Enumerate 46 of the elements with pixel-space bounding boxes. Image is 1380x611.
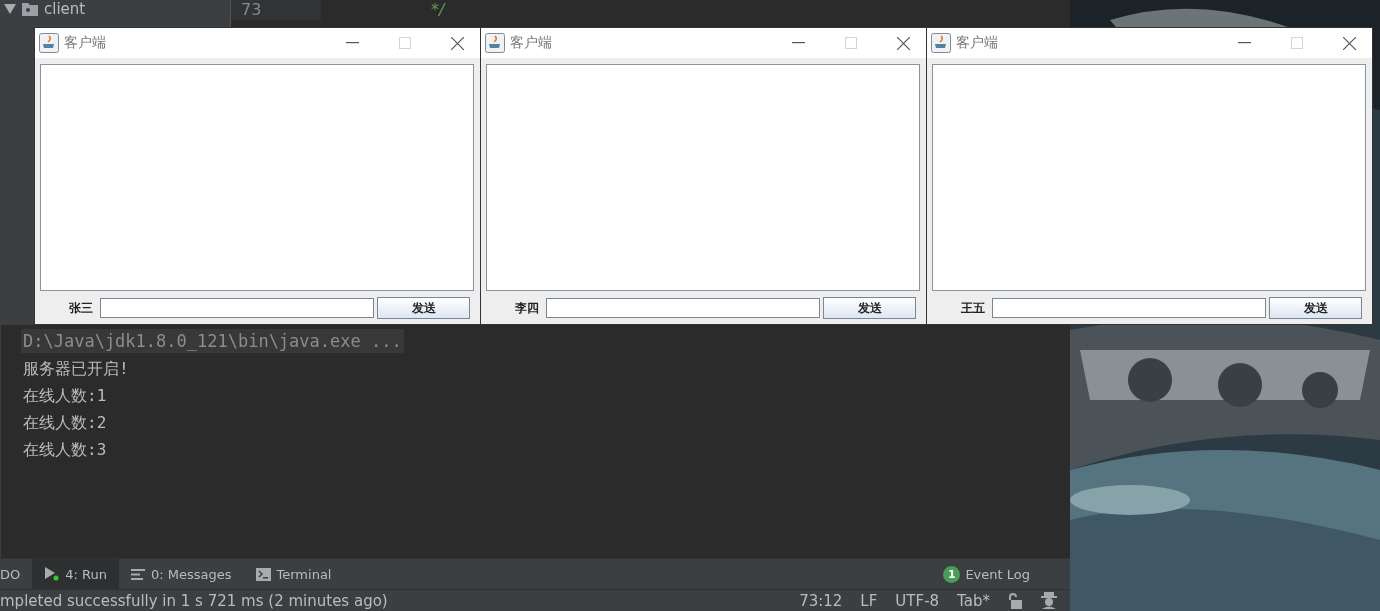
code-comment: */	[430, 0, 445, 20]
close-icon[interactable]	[897, 36, 910, 50]
message-input[interactable]	[546, 298, 820, 318]
line-number: 73	[231, 0, 321, 20]
close-icon[interactable]	[1343, 36, 1356, 50]
caret-position[interactable]: 73:12	[799, 591, 843, 610]
tree-item[interactable]: client	[44, 0, 86, 18]
user-name: 李四	[514, 299, 540, 317]
minimize-icon[interactable]	[346, 42, 359, 44]
run-icon	[44, 567, 60, 581]
notification-badge: 1	[943, 565, 961, 583]
message-input[interactable]	[992, 298, 1266, 318]
tool-tab[interactable]: DO	[0, 559, 33, 589]
minimize-icon[interactable]	[1238, 42, 1251, 44]
tool-tab[interactable]: 4: Run	[32, 559, 119, 589]
status-message: mpleted successfully in 1 s 721 ms (2 minutes ago)	[0, 591, 388, 610]
window-title: 客户端	[510, 34, 552, 52]
java-icon	[931, 33, 951, 53]
expand-arrow-icon[interactable]	[4, 4, 16, 14]
close-icon[interactable]	[451, 36, 464, 50]
java-icon	[485, 33, 505, 53]
console-line: 在线人数:3	[22, 440, 107, 461]
user-name: 张三	[68, 299, 94, 317]
java-icon	[39, 33, 59, 53]
user-name: 王五	[960, 299, 986, 317]
terminal-icon	[255, 567, 271, 581]
file-encoding[interactable]: UTF-8	[895, 591, 940, 610]
send-button[interactable]: 发送	[377, 297, 470, 319]
console-command: D:\Java\jdk1.8.0_121\bin\java.exe ...	[21, 329, 404, 353]
console-line: 在线人数:1	[22, 386, 107, 407]
line-separator[interactable]: LF	[860, 591, 878, 610]
tool-tab[interactable]: 0: Messages	[118, 559, 244, 589]
tool-tab[interactable]: Terminal	[243, 559, 344, 589]
send-button[interactable]: 发送	[823, 297, 916, 319]
inspector-icon[interactable]	[1040, 592, 1058, 609]
window-title: 客户端	[956, 34, 998, 52]
send-button[interactable]: 发送	[1269, 297, 1362, 319]
minimize-icon[interactable]	[792, 42, 805, 44]
indent-setting[interactable]: Tab*	[957, 591, 990, 610]
window-title: 客户端	[64, 34, 106, 52]
messages-icon	[130, 568, 145, 580]
console-line: 在线人数:2	[22, 413, 107, 434]
console-line: 服务器已开启!	[22, 359, 129, 380]
lock-icon[interactable]	[1008, 592, 1022, 609]
message-input[interactable]	[100, 298, 374, 318]
event-log-link[interactable]: Event Log	[965, 566, 1030, 582]
